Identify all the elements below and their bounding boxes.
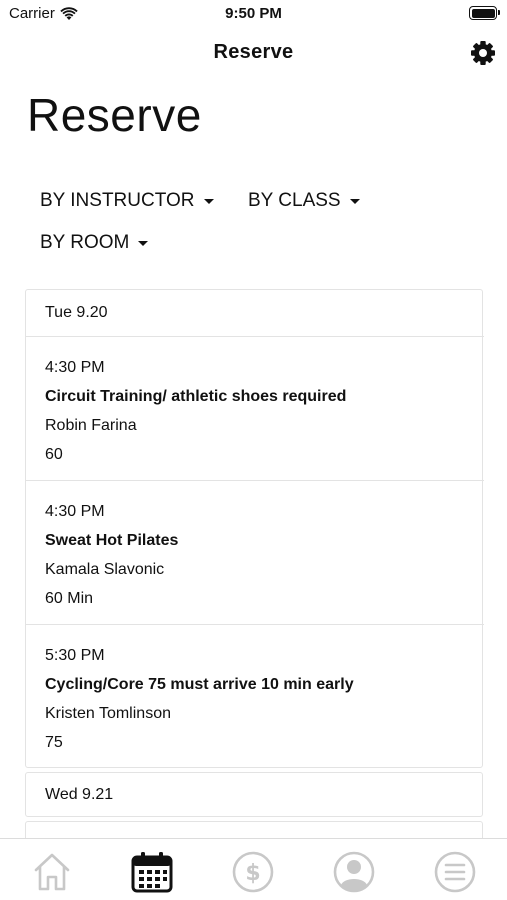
status-time: 9:50 PM	[225, 5, 282, 22]
gear-icon[interactable]	[468, 38, 498, 68]
session-title: Circuit Training/ athletic shoes require…	[45, 388, 347, 405]
filter-label: BY CLASS	[248, 190, 341, 211]
session-instructor: Kamala Slavonic	[45, 561, 165, 578]
filter-label: BY INSTRUCTOR	[40, 190, 195, 211]
caret-down-icon	[138, 240, 149, 246]
calendar-icon	[131, 852, 173, 893]
session-instructor: Robin Farina	[45, 417, 137, 434]
session-time: 4:30 PM	[45, 503, 105, 520]
day-label: Tue 9.20	[45, 304, 108, 321]
tab-reserve[interactable]	[129, 849, 175, 895]
tab-home[interactable]	[29, 849, 75, 895]
status-bar: Carrier 9:50 PM	[0, 0, 507, 30]
caret-down-icon	[349, 198, 360, 204]
page-title: Reserve	[27, 89, 202, 141]
filter-by-class-dropdown[interactable]: BY CLASS	[248, 190, 360, 212]
tab-payments[interactable]: $	[230, 849, 276, 895]
filter-label: BY ROOM	[40, 232, 130, 253]
session-duration: 60	[45, 446, 63, 463]
session-title: Sweat Hot Pilates	[45, 532, 179, 549]
dollar-icon: $	[232, 851, 274, 893]
battery-icon	[469, 6, 500, 20]
session-duration: 60 Min	[45, 590, 94, 607]
session-time: 4:30 PM	[45, 359, 105, 376]
day-card: Tue 9.20 4:30 PM Circuit Training/ athle…	[25, 289, 484, 769]
nav-title: Reserve	[213, 41, 294, 63]
caret-down-icon	[203, 198, 214, 204]
day-header[interactable]: Tue 9.20	[26, 290, 482, 336]
profile-icon	[333, 851, 375, 893]
filter-by-instructor-dropdown[interactable]: BY INSTRUCTOR	[40, 190, 214, 212]
session-instructor: Kristen Tomlinson	[45, 705, 171, 722]
session-duration: 75	[45, 734, 63, 751]
day-label: Wed 9.21	[45, 785, 114, 803]
tab-profile[interactable]	[331, 849, 377, 895]
day-header[interactable]: Wed 9.21	[26, 773, 482, 816]
tab-menu[interactable]	[432, 849, 478, 895]
home-icon	[34, 853, 70, 891]
session-time: 5:30 PM	[45, 647, 105, 664]
tab-bar: $	[0, 838, 507, 900]
svg-text:$: $	[245, 861, 260, 886]
menu-icon	[434, 851, 476, 893]
navigation-bar: Reserve	[0, 32, 507, 72]
class-session-row[interactable]: 5:30 PM Cycling/Core 75 must arrive 10 m…	[26, 624, 484, 769]
class-session-row[interactable]: 4:30 PM Circuit Training/ athletic shoes…	[26, 336, 484, 481]
session-title: Cycling/Core 75 must arrive 10 min early	[45, 676, 354, 693]
day-card: Wed 9.21	[25, 772, 483, 817]
class-session-row[interactable]: 4:30 PM Sweat Hot Pilates Kamala Slavoni…	[26, 480, 484, 625]
filter-by-room-dropdown[interactable]: BY ROOM	[40, 232, 149, 254]
